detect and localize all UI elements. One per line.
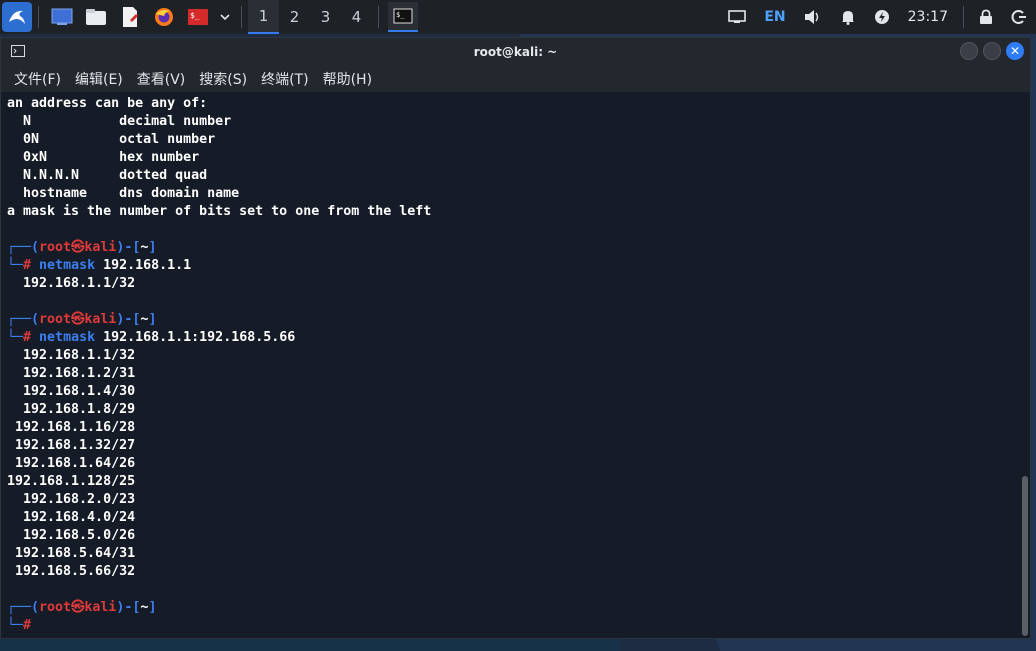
menu-file[interactable]: 文件(F) [14,69,61,89]
taskbar-separator [38,6,39,28]
output-line: 192.168.1.1/32 [7,348,136,363]
help-line: 0N octal number [7,132,216,147]
workspace-1[interactable]: 1 [248,0,279,34]
workspace-4[interactable]: 4 [341,0,372,34]
output-line: 192.168.1.2/31 [7,366,136,381]
command-name: netmask [39,330,96,345]
menu-view[interactable]: 查看(V) [137,69,186,89]
chevron-down-icon[interactable] [218,3,232,31]
keyboard-layout-indicator[interactable]: EN [764,9,785,25]
kali-menu-icon[interactable] [2,2,32,32]
prompt-header: ┌──(root㉿kali)-[~] [7,240,157,255]
firefox-icon[interactable] [150,3,178,31]
command-args: 192.168.1.1:192.168.5.66 [103,330,296,345]
display-icon[interactable] [728,10,747,24]
prompt-user: root [39,600,72,615]
notification-bell-icon[interactable] [840,9,856,25]
menu-terminal[interactable]: 终端(T) [261,69,308,89]
minimize-button[interactable] [960,42,978,60]
help-line: N decimal number [7,114,232,129]
menu-edit[interactable]: 编辑(E) [75,69,123,89]
prompt-host: kali [84,312,117,327]
output-line: 192.168.1.8/29 [7,402,136,417]
terminal-emulator-icon[interactable]: $_ [184,3,212,31]
output-line: 192.168.1.32/27 [7,438,136,453]
terminal-window-icon [11,45,25,60]
close-icon: ✕ [1009,44,1021,58]
help-line: 0xN hex number [7,150,200,165]
prompt-header: ┌──(root㉿kali)-[~] [7,600,157,615]
taskbar: $_ 1 2 3 4 $_ EN 23:17 [0,0,1036,34]
window-titlebar[interactable]: root@kali: ~ ✕ [1,38,1030,66]
output-line: 192.168.4.0/24 [7,510,136,525]
prompt-header: ┌──(root㉿kali)-[~] [7,312,157,327]
output-line: 192.168.1.4/30 [7,384,136,399]
close-button[interactable]: ✕ [1006,42,1024,60]
prompt-user: root [39,240,72,255]
svg-text:$_: $_ [190,11,200,20]
command-line: └─# netmask 192.168.1.1:192.168.5.66 [7,330,296,345]
volume-icon[interactable] [804,9,822,25]
output-line: 192.168.1.1/32 [7,276,136,291]
terminal-window: root@kali: ~ ✕ 文件(F) 编辑(E) 查看(V) 搜索(S) 终… [0,37,1031,639]
power-manager-icon[interactable] [874,9,890,25]
help-line: an address can be any of: [7,96,208,111]
clock[interactable]: 23:17 [908,9,948,25]
svg-text:$_: $_ [396,11,405,19]
taskbar-separator [963,6,964,28]
file-manager-icon[interactable] [82,3,110,31]
prompt-host: kali [84,600,117,615]
terminal-scrollbar[interactable] [1022,476,1028,636]
command-args: 192.168.1.1 [103,258,192,273]
show-desktop-icon[interactable] [48,3,76,31]
output-line: 192.168.1.128/25 [7,474,136,489]
workspace-3[interactable]: 3 [310,0,341,34]
menu-bar: 文件(F) 编辑(E) 查看(V) 搜索(S) 终端(T) 帮助(H) [1,66,1030,92]
help-line: a mask is the number of bits set to one … [7,204,432,219]
output-line: 192.168.2.0/23 [7,492,136,507]
taskbar-separator [378,6,379,28]
output-line: 192.168.5.66/32 [7,564,136,579]
window-title: root@kali: ~ [473,45,558,59]
help-line: hostname dns domain name [7,186,240,201]
system-tray: EN 23:17 [719,0,1036,34]
output-line: 192.168.5.64/31 [7,546,136,561]
workspace-2[interactable]: 2 [279,0,310,34]
taskbar-separator [241,6,242,28]
terminal-output[interactable]: an address can be any of: N decimal numb… [1,92,1030,638]
lock-screen-icon[interactable] [979,9,993,25]
logout-icon[interactable] [1011,9,1027,25]
menu-search[interactable]: 搜索(S) [199,69,247,89]
command-name: netmask [39,258,96,273]
terminal-task-button[interactable]: $_ [388,2,418,32]
text-editor-icon[interactable] [116,3,144,31]
prompt-host: kali [84,240,117,255]
output-line: 192.168.5.0/26 [7,528,136,543]
prompt-at-symbol: ㉿ [71,240,85,255]
command-line: └─# netmask 192.168.1.1 [7,258,192,273]
output-line: 192.168.1.64/26 [7,456,136,471]
help-line: N.N.N.N dotted quad [7,168,208,183]
menu-help[interactable]: 帮助(H) [323,69,372,89]
prompt-at-symbol: ㉿ [71,312,85,327]
maximize-button[interactable] [983,42,1001,60]
prompt-at-symbol: ㉿ [71,600,85,615]
command-input-line[interactable]: └─# [7,617,1030,635]
prompt-user: root [39,312,72,327]
output-line: 192.168.1.16/28 [7,420,136,435]
